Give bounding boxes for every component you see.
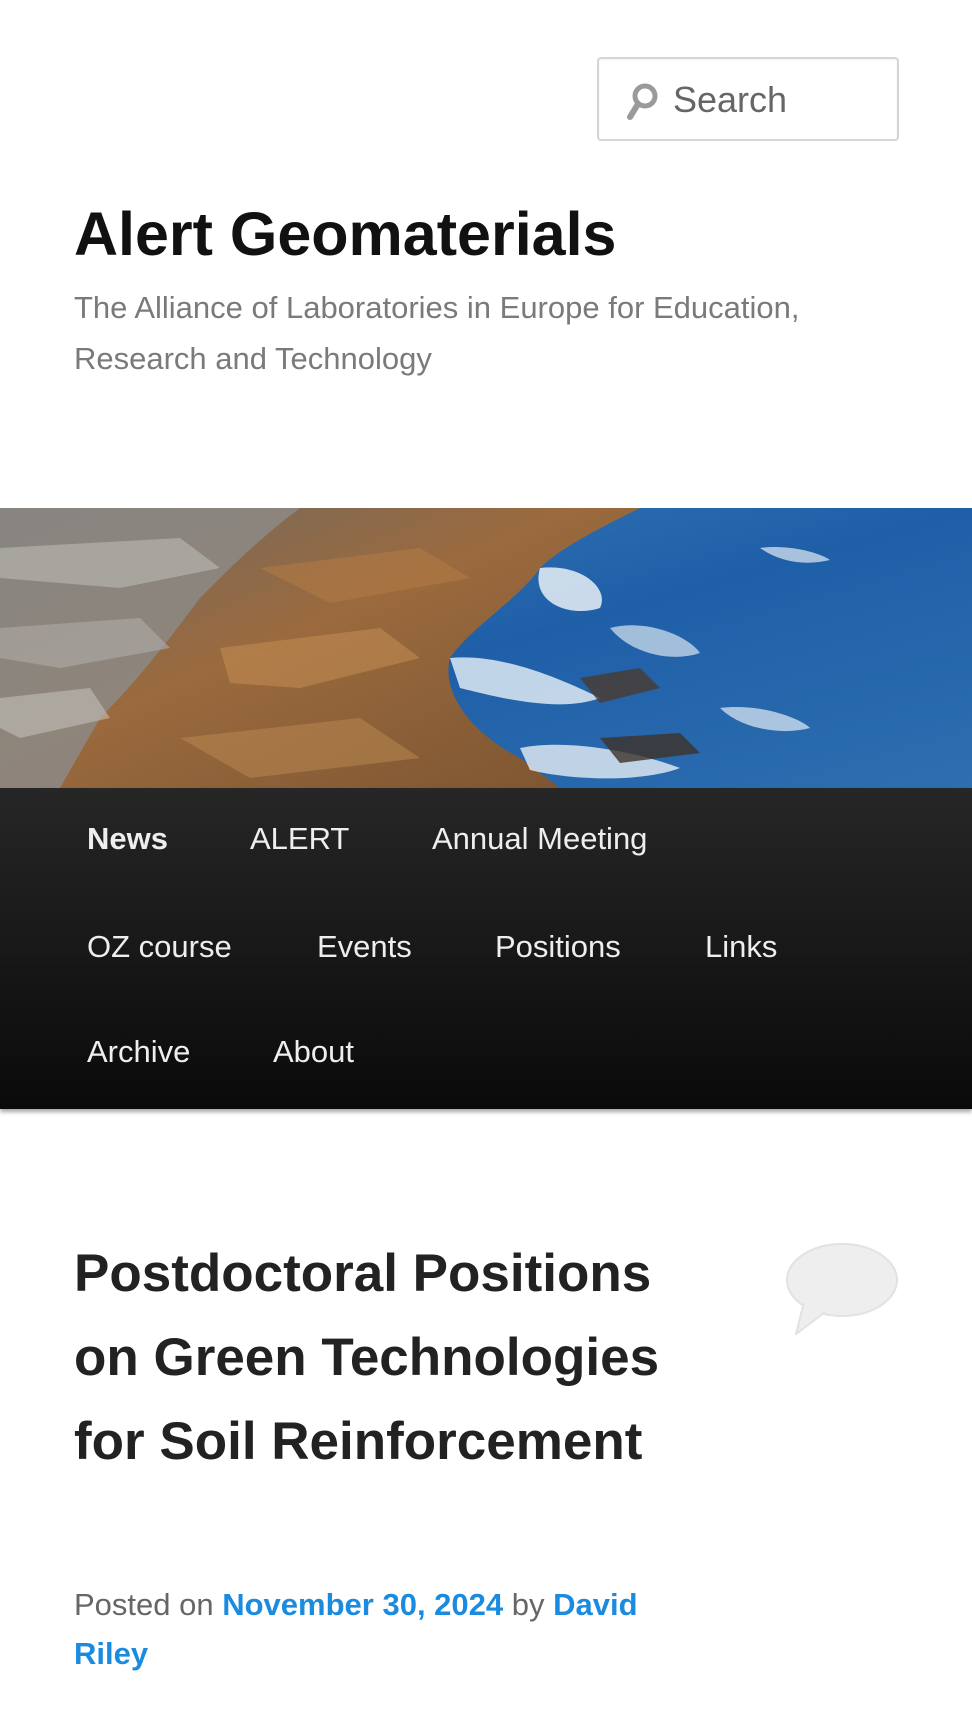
posted-on-label: Posted on [74,1587,214,1622]
nav-item-alert[interactable]: ALERT [250,819,349,859]
post-date-link[interactable]: November 30, 2024 [222,1587,503,1622]
search-input[interactable] [673,73,883,127]
post-meta: Posted on November 30, 2024 by David Ril… [74,1580,714,1678]
site-title[interactable]: Alert Geomaterials [74,196,616,272]
main-navigation: News ALERT Annual Meeting OZ course Even… [0,788,972,1109]
nav-item-events[interactable]: Events [317,927,412,967]
post-title[interactable]: Postdoctoral Positions on Green Technolo… [74,1232,724,1484]
nav-item-archive[interactable]: Archive [87,1032,190,1072]
nav-item-oz-course[interactable]: OZ course [87,927,232,967]
nav-item-links[interactable]: Links [705,927,777,967]
nav-item-annual-meeting[interactable]: Annual Meeting [432,819,647,859]
search-icon [627,83,658,120]
nav-item-news[interactable]: News [87,819,168,859]
search-form[interactable] [597,57,899,141]
site-description: The Alliance of Laboratories in Europe f… [74,290,800,376]
nav-item-positions[interactable]: Positions [495,927,621,967]
nav-item-about[interactable]: About [273,1032,354,1072]
by-label: by [511,1587,545,1622]
comment-bubble-icon[interactable] [782,1240,900,1338]
header-image [0,508,972,788]
